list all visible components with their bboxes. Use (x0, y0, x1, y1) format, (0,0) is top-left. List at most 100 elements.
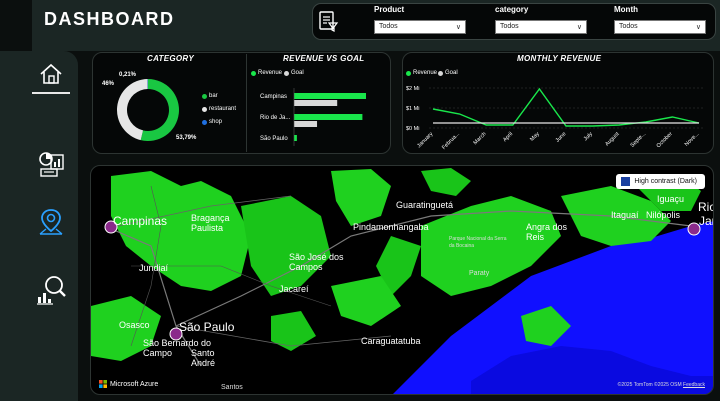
map-label-nilopolis: Nilópolis (646, 210, 681, 220)
chevron-down-icon: ∨ (695, 24, 701, 31)
rg-category-label: São Paulo (260, 136, 288, 142)
revenue-vs-goal-chart[interactable]: Campinas Rio de Ja... São Paulo (250, 84, 385, 148)
map-label-pindamonhangaba: Pindamonhangaba (353, 222, 429, 232)
map-style-toggle-button[interactable]: High contrast (Dark) (616, 174, 705, 189)
donut-label-left: 46% (102, 81, 115, 87)
rg-bar-revenue[interactable] (294, 93, 366, 99)
chevron-down-icon: ∨ (455, 24, 461, 31)
mr-xtick-label: April (502, 131, 514, 143)
mr-legend-revenue[interactable]: Revenue (406, 70, 437, 76)
product-dropdown-value: Todos (379, 23, 398, 30)
donut-label-right: 53,79% (176, 135, 197, 141)
legend-dot (202, 119, 207, 125)
clear-filters-icon[interactable] (316, 9, 340, 33)
nav-home[interactable] (31, 56, 71, 92)
nav-active-indicator (32, 92, 70, 94)
monthly-revenue-title: MONTHLY REVENUE (517, 54, 602, 63)
rg-category-label: Campinas (260, 94, 287, 100)
category-dropdown[interactable]: Todos ∨ (495, 20, 587, 34)
legend-label: restaurant (209, 106, 237, 112)
legend-label: bar (209, 93, 218, 99)
map-copyright-text: ©2025 TomTom ©2025 OSM (617, 382, 682, 388)
map-feedback-link[interactable]: Feedback (683, 382, 705, 388)
microsoft-logo-icon (99, 380, 107, 388)
legend-dot (438, 70, 443, 76)
legend-dot (406, 70, 411, 76)
rg-bar-revenue[interactable] (294, 114, 363, 120)
product-filter: Product Todos ∨ (374, 5, 466, 34)
legend-dot (202, 93, 207, 99)
report-icon (39, 152, 64, 177)
category-title: CATEGORY (147, 54, 194, 63)
map-label-angra: Angra dos Reis (526, 222, 568, 242)
map-copyright: ©2025 TomTom ©2025 OSM Feedback (618, 382, 705, 388)
rg-bar-goal[interactable] (294, 121, 318, 127)
category-filter: category Todos ∨ (495, 5, 587, 34)
legend-dot (202, 106, 207, 112)
map-label-jan: Jan (699, 214, 713, 228)
map-brand: Microsoft Azure (99, 380, 158, 388)
legend-label: Revenue (258, 70, 283, 76)
mr-legend-goal[interactable]: Goal (438, 70, 458, 76)
map-label-braganca: Bragança Paulista (191, 213, 230, 233)
legend-item-shop[interactable]: shop (202, 119, 222, 125)
mr-xtick-label: October (656, 131, 674, 149)
map-label-santos: Santos (221, 384, 243, 391)
rg-bar-goal[interactable] (294, 100, 338, 106)
mr-xtick-label: March (473, 131, 488, 146)
mr-xtick-label: Februa... (441, 131, 461, 151)
map-label-sao-jose: São José dos Campos (289, 252, 344, 272)
legend-dot (251, 70, 256, 76)
map-label-jacarei: Jacareí (279, 284, 309, 294)
legend-item-restaurant[interactable]: restaurant (202, 106, 236, 112)
category-dropdown-value: Todos (500, 23, 519, 30)
card-divider (246, 54, 247, 152)
mr-ytick-label: $1 Mi (406, 106, 419, 112)
map-pin-icon (39, 209, 63, 235)
map-brand-label: Microsoft Azure (110, 380, 159, 388)
map-label-guaratingueta: Guaratinguetá (396, 200, 454, 210)
monthly-revenue-chart[interactable]: $0 Mi $1 Mi $2 Mi January Februa... March Apri… (403, 78, 711, 152)
nav-report[interactable] (31, 146, 71, 182)
category-filter-label: category (495, 5, 529, 14)
map-label-paraty: Paraty (469, 270, 490, 277)
legend-label: Goal (445, 70, 458, 76)
nav-analytics[interactable] (31, 272, 71, 308)
month-dropdown[interactable]: Todos ∨ (614, 20, 706, 34)
map-label-caraguatatuba: Caraguatatuba (361, 336, 421, 346)
mr-xtick-label: Nove... (684, 131, 701, 148)
product-filter-label: Product (374, 5, 405, 14)
rg-bar-revenue[interactable] (294, 135, 297, 141)
map-style-icon (621, 177, 631, 186)
map-label-iguacu: Iguaçu (657, 194, 685, 204)
nav-map[interactable] (31, 204, 71, 240)
map-label-campinas: Campinas (113, 214, 168, 228)
product-dropdown[interactable]: Todos ∨ (374, 20, 466, 34)
mr-xtick-label: June (555, 131, 568, 144)
analytics-icon (37, 276, 66, 305)
rg-legend-goal[interactable]: Goal (284, 70, 304, 76)
legend-label: shop (209, 119, 223, 125)
mr-ytick-label: $2 Mi (406, 86, 419, 92)
mr-xtick-label: January (416, 131, 434, 149)
map-label-bocaina: Parque Nacional da Serra da Bocaina (449, 236, 507, 249)
legend-item-bar[interactable]: bar (202, 93, 218, 99)
map-label-itaguai: Itaguaí (611, 210, 639, 220)
map-label-rio: Rio (698, 200, 713, 214)
mr-ytick-label: $0 Mi (406, 126, 419, 132)
page-title: DASHBOARD (44, 9, 175, 29)
map-label-osasco: Osasco (119, 320, 150, 330)
month-filter: Month Todos ∨ (614, 5, 706, 34)
rg-legend-revenue[interactable]: Revenue (251, 70, 282, 76)
mr-xtick-label: Septe... (630, 131, 648, 149)
map-label-jundiai: Jundiaí (139, 263, 169, 273)
map-style-label: High contrast (Dark) (634, 178, 697, 185)
home-icon (40, 63, 62, 84)
revenue-goal-title: REVENUE VS GOAL (283, 54, 365, 63)
map-label-sao-paulo: São Paulo (179, 320, 235, 334)
rg-category-label: Rio de Ja... (260, 115, 291, 121)
mr-line-revenue[interactable] (432, 87, 700, 127)
mr-xtick-label: May (529, 131, 541, 143)
legend-label: Revenue (413, 70, 438, 76)
map-visual[interactable]: Campinas São Paulo Bragança Paulista Gua… (90, 165, 714, 395)
